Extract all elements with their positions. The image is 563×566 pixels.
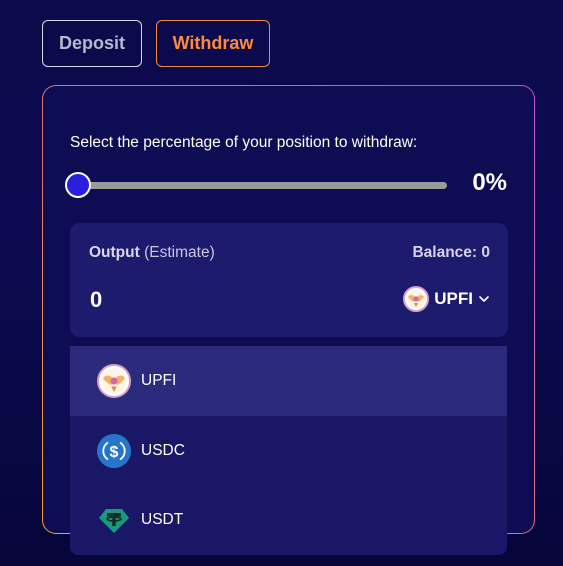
usdc-icon: $: [97, 433, 131, 468]
withdraw-percentage-value: 0%: [472, 169, 507, 196]
tab-deposit[interactable]: Deposit: [42, 20, 142, 67]
chevron-down-icon: [478, 293, 490, 305]
upfi-icon: [97, 363, 131, 398]
tab-withdraw[interactable]: Withdraw: [156, 20, 270, 67]
output-label: Output (Estimate): [89, 244, 215, 262]
output-label-estimate: (Estimate): [144, 244, 215, 261]
token-dropdown: UPFI $ USDC USDT: [70, 346, 507, 555]
output-balance: Balance: 0: [412, 244, 490, 261]
withdraw-percentage-slider-thumb[interactable]: [65, 172, 91, 198]
token-option-upfi[interactable]: UPFI: [70, 346, 507, 416]
withdraw-percentage-prompt: Select the percentage of your position t…: [70, 134, 418, 151]
token-option-label: USDC: [141, 441, 185, 459]
withdraw-percentage-slider-track[interactable]: [77, 182, 447, 189]
output-token-label: UPFI: [434, 289, 473, 308]
output-amount: 0: [90, 287, 103, 312]
output-token-selector[interactable]: UPFI: [403, 286, 490, 312]
token-option-label: UPFI: [141, 371, 177, 389]
token-option-label: USDT: [141, 511, 184, 529]
token-option-usdc[interactable]: $ USDC: [70, 416, 507, 486]
svg-text:$: $: [110, 444, 119, 461]
output-label-title: Output: [89, 244, 140, 261]
upfi-icon: [403, 286, 430, 312]
output-panel: Output (Estimate) Balance: 0 0 UPFI: [70, 223, 508, 337]
token-option-usdt[interactable]: USDT: [70, 485, 507, 555]
usdt-icon: [97, 503, 131, 537]
